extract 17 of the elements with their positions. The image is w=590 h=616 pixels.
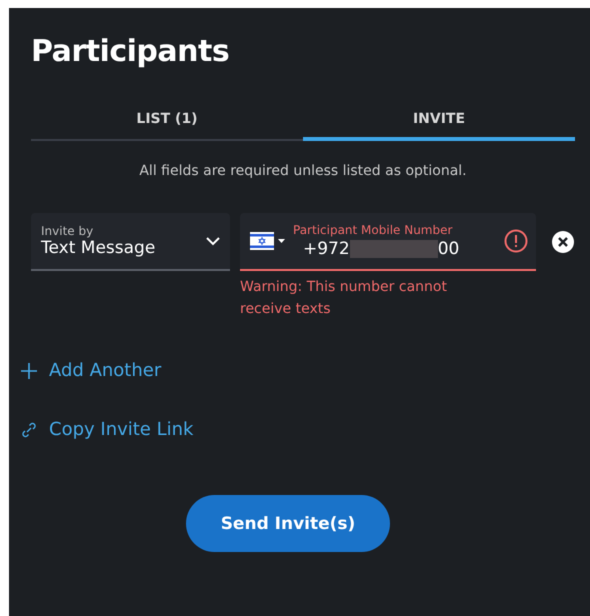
- tab[interactable]: INVITE: [303, 103, 575, 141]
- phone-number-field[interactable]: Participant Mobile Number +972 00: [240, 213, 536, 271]
- plus-icon: [21, 362, 37, 378]
- send-invites-button[interactable]: Send Invite(s): [186, 495, 390, 552]
- error-icon: [504, 229, 528, 253]
- required-note: All fields are required unless listed as optional.: [138, 163, 468, 179]
- invite-by-select[interactable]: Invite by Text Message: [31, 213, 230, 271]
- panel-title: Participants: [31, 34, 230, 69]
- warning-text: Warning: This number cannot receive texts: [240, 278, 448, 319]
- add-another-link[interactable]: Add Another: [21, 360, 575, 381]
- close-icon[interactable]: [552, 231, 574, 253]
- tab[interactable]: LIST (1): [31, 103, 303, 141]
- link-icon: [21, 422, 37, 438]
- chevron-down-icon: [206, 236, 220, 246]
- copy-invite-link[interactable]: Copy Invite Link: [21, 419, 575, 440]
- caret-icon: [278, 239, 285, 243]
- flag-icon: [250, 232, 274, 250]
